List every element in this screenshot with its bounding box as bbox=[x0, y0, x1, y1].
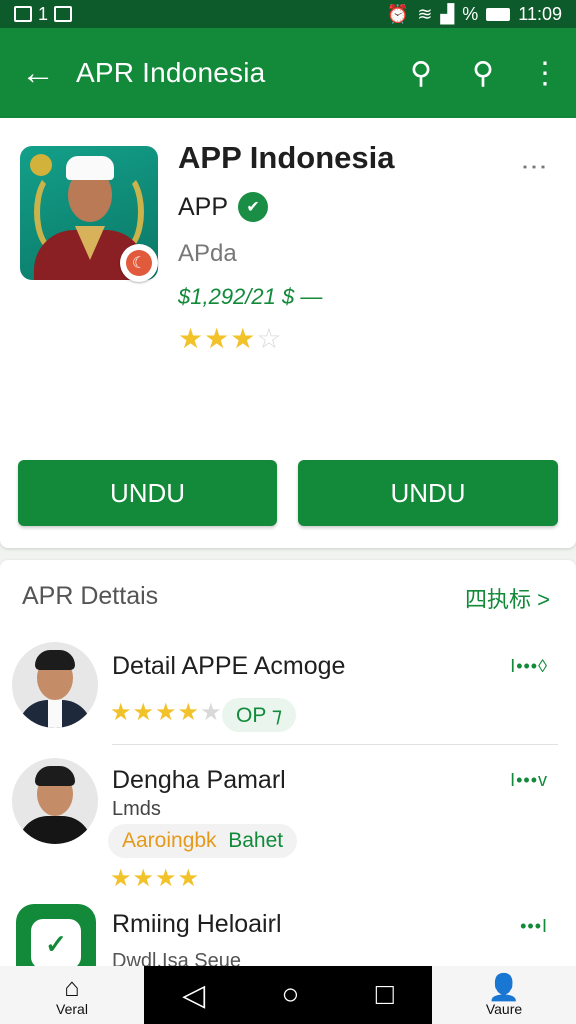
avatar bbox=[12, 758, 98, 844]
pill-orange-text: Aaroingbk bbox=[122, 829, 217, 852]
status-time: 11:09 bbox=[518, 3, 562, 24]
star-icon: ★ bbox=[204, 323, 231, 354]
bottom-nav: ⌂ Veral ◁ ○ □ 👤 Vaure bbox=[0, 966, 576, 1024]
developer-name: APP bbox=[178, 192, 229, 221]
section-title: APR Dettais bbox=[22, 582, 159, 610]
more-options-icon[interactable]: ⋮ bbox=[514, 56, 576, 91]
app-bar-title: APR Indonesia bbox=[76, 57, 266, 88]
app-badge: ☾ bbox=[120, 244, 158, 282]
status-right: ⏰ ≋ ▟ % 11:09 bbox=[387, 4, 562, 25]
search-icon-2[interactable]: ⚲ bbox=[452, 56, 514, 91]
status-left-glyph: 1 bbox=[38, 3, 49, 24]
star-icon: ★★★★ bbox=[110, 699, 201, 726]
avatar-body bbox=[18, 816, 92, 844]
battery-text: % bbox=[462, 3, 479, 24]
app-rating: ★★★☆ bbox=[178, 322, 282, 355]
see-all-link[interactable]: 四执标 > bbox=[465, 582, 550, 614]
person-cap bbox=[66, 156, 114, 180]
check-icon: ✓ bbox=[31, 919, 81, 969]
list-item-subtitle: Lmds bbox=[112, 798, 161, 820]
nav-home-label: Veral bbox=[56, 1001, 88, 1017]
install-button-1[interactable]: UNDU bbox=[18, 460, 277, 526]
avatar bbox=[12, 642, 98, 728]
list-item-meta: •••I bbox=[520, 916, 548, 936]
list-item[interactable]: Dengha Pamarl I•••v Lmds Aaroingbk Bahet… bbox=[0, 758, 576, 898]
verified-icon: ✔ bbox=[238, 192, 269, 222]
home-circle-icon[interactable]: ○ bbox=[281, 978, 299, 1012]
avatar-hair bbox=[35, 650, 75, 670]
divider bbox=[112, 744, 558, 745]
pill-green-text: Bahet bbox=[228, 829, 284, 852]
avatar-hair bbox=[35, 766, 75, 786]
star-empty-icon: ★ bbox=[200, 699, 223, 726]
install-button-2[interactable]: UNDU bbox=[298, 460, 558, 526]
notification-icon bbox=[14, 6, 32, 22]
status-bar: 1 ⏰ ≋ ▟ % 11:09 bbox=[0, 0, 576, 28]
list-item-rating: ★★★★ bbox=[110, 864, 200, 893]
list-item[interactable]: Detail APPE Acmoge I•••◊ ★★★★★ OP ⁊ bbox=[0, 642, 576, 742]
app-price: $1,292/21 $ — bbox=[178, 284, 323, 309]
home-icon: ⌂ bbox=[64, 972, 80, 1002]
back-triangle-icon[interactable]: ◁ bbox=[182, 978, 205, 1013]
list-item-meta: I•••◊ bbox=[510, 656, 548, 676]
details-card: APR Dettais 四执标 > Detail APPE Acmoge I••… bbox=[0, 560, 576, 984]
list-item-pill[interactable]: Aaroingbk Bahet bbox=[108, 824, 298, 858]
developer[interactable]: APP ✔ bbox=[178, 192, 269, 222]
star-icon: ★★★★ bbox=[110, 865, 201, 892]
moon-icon: ☾ bbox=[126, 250, 152, 276]
wifi-icon: ≋ bbox=[417, 3, 433, 24]
app-more-icon[interactable]: ⋮ bbox=[519, 154, 550, 180]
avatar-shirt bbox=[48, 700, 62, 728]
alarm-icon: ⏰ bbox=[386, 3, 410, 24]
star-empty-icon: ☆ bbox=[256, 323, 283, 354]
app-header-card: ☾ APP Indonesia ⋮ APP ✔ APda $1,292/21 $… bbox=[0, 118, 576, 548]
list-item-meta: I•••v bbox=[510, 770, 548, 790]
list-item-title: Detail APPE Acmoge bbox=[112, 652, 346, 680]
list-item-title: Rmiing Heloairl bbox=[112, 910, 282, 938]
search-icon[interactable]: ⚲ bbox=[390, 56, 452, 91]
list-item[interactable]: ✓ Rmiing Heloairl •••I Dwdl.Isa Seue bbox=[0, 904, 576, 984]
back-arrow-icon[interactable]: ← bbox=[0, 54, 76, 93]
nav-profile-label: Vaure bbox=[485, 1001, 523, 1017]
signal-icon: ▟ bbox=[440, 3, 455, 24]
recents-square-icon[interactable]: □ bbox=[376, 978, 394, 1012]
star-icon: ★ bbox=[178, 323, 205, 354]
app-bar: ← APR Indonesia ⚲ ⚲ ⋮ bbox=[0, 28, 576, 118]
system-nav: ◁ ○ □ bbox=[144, 966, 432, 1024]
nav-profile[interactable]: 👤 Vaure bbox=[432, 966, 576, 1024]
list-item-rating: ★★★★★ bbox=[110, 698, 223, 727]
list-item-title: Dengha Pamarl bbox=[112, 766, 286, 794]
battery-icon bbox=[486, 7, 511, 21]
status-left: 1 bbox=[14, 3, 73, 25]
app-category: APda bbox=[178, 240, 237, 267]
image-icon bbox=[54, 6, 73, 22]
star-icon: ★ bbox=[230, 323, 257, 354]
app-name: APP Indonesia bbox=[178, 140, 395, 175]
profile-icon: 👤 bbox=[487, 972, 521, 1002]
nav-home[interactable]: ⌂ Veral bbox=[0, 966, 144, 1024]
list-item-pill[interactable]: OP ⁊ bbox=[222, 698, 297, 732]
